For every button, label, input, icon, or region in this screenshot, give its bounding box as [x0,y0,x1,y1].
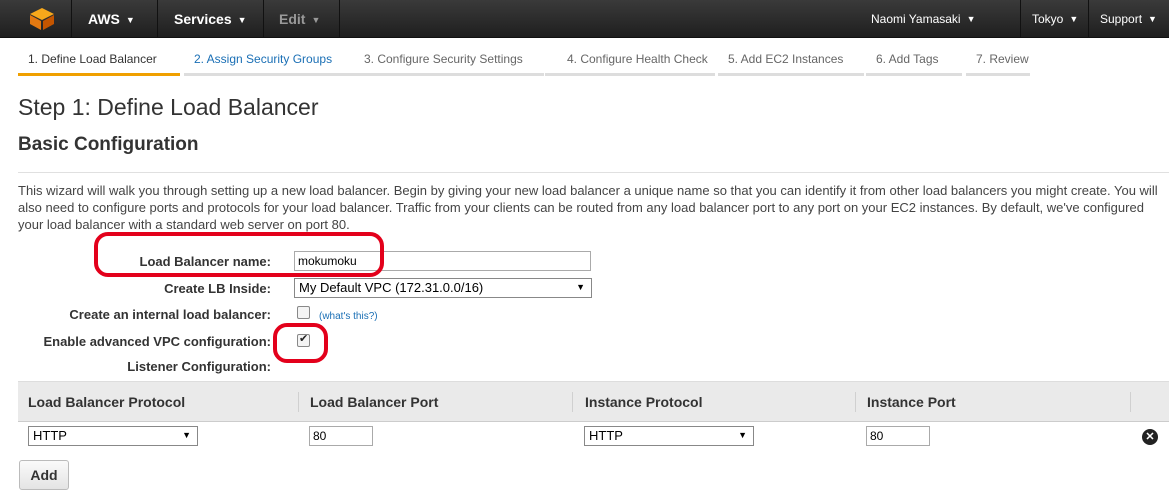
lb-inside-label: Create LB Inside: [164,281,271,296]
chevron-down-icon: ▼ [1148,14,1157,24]
nav-divider [263,0,264,38]
name-highlight-annotation [94,232,384,277]
whats-this-link[interactable]: (what's this?) [319,311,378,322]
chevron-down-icon: ▼ [966,14,976,24]
step-assign-security-groups[interactable]: 2. Assign Security Groups [184,52,354,76]
aws-menu-label: AWS [88,11,120,27]
lb-inside-select[interactable]: My Default VPC (172.31.0.0/16) ▼ [294,278,592,298]
listener-configuration-label: Listener Configuration: [127,359,271,374]
checkbox-highlight-annotation [273,323,328,363]
column-header: Load Balancer Protocol [28,394,186,410]
instance-port-input[interactable] [866,426,930,446]
add-listener-button[interactable]: Add [19,460,69,490]
internal-lb-checkbox[interactable] [297,306,310,319]
instance-protocol-select[interactable]: HTTP ▼ [584,426,754,446]
lb-port-input[interactable] [309,426,373,446]
section-divider [18,172,1169,173]
user-menu-label: Naomi Yamasaki [871,12,961,26]
step-define-load-balancer[interactable]: 1. Define Load Balancer [18,52,180,76]
chevron-down-icon: ▼ [182,430,191,440]
wizard-description: This wizard will walk you through settin… [18,183,1158,232]
chevron-down-icon: ▼ [311,15,321,25]
nav-divider [157,0,158,38]
listener-table-header: Load Balancer Protocol Load Balancer Por… [18,381,1169,422]
chevron-down-icon: ▼ [576,282,585,292]
internal-lb-label: Create an internal load balancer: [69,307,271,322]
column-divider [572,392,573,412]
nav-divider [1020,0,1021,38]
step-add-tags[interactable]: 6. Add Tags [866,52,962,76]
top-navigation-bar: AWS ▼ Services ▼ Edit ▼ Naomi Yamasaki ▼ Tok… [0,0,1169,38]
remove-circle-icon[interactable]: ✕ [1142,429,1158,445]
chevron-down-icon: ▼ [738,430,747,440]
lb-inside-value: My Default VPC (172.31.0.0/16) [299,280,484,295]
nav-divider [339,0,340,38]
lb-protocol-value: HTTP [33,428,67,443]
edit-menu[interactable]: Edit ▼ [279,0,320,38]
region-menu-label: Tokyo [1032,12,1064,26]
aws-logo-icon[interactable] [29,7,55,31]
aws-menu[interactable]: AWS ▼ [88,0,135,38]
instance-protocol-value: HTTP [589,428,623,443]
region-menu[interactable]: Tokyo ▼ [1032,0,1078,38]
lb-protocol-select[interactable]: HTTP ▼ [28,426,198,446]
column-header: Load Balancer Port [310,394,439,410]
step-configure-health-check[interactable]: 4. Configure Health Check [545,52,715,76]
support-menu[interactable]: Support ▼ [1100,0,1157,38]
services-menu[interactable]: Services ▼ [174,0,247,38]
step-add-ec2-instances[interactable]: 5. Add EC2 Instances [718,52,864,76]
chevron-down-icon: ▼ [125,15,135,25]
column-divider [855,392,856,412]
services-menu-label: Services [174,11,232,27]
step-configure-security-settings[interactable]: 3. Configure Security Settings [354,52,544,76]
support-menu-label: Support [1100,12,1143,26]
column-divider [298,392,299,412]
page-title: Step 1: Define Load Balancer [18,94,319,120]
column-header: Instance Port [867,394,956,410]
section-heading: Basic Configuration [18,134,199,155]
advanced-vpc-label: Enable advanced VPC configuration: [43,334,271,349]
step-review[interactable]: 7. Review [966,52,1030,76]
edit-menu-label: Edit [279,11,306,27]
nav-divider [71,0,72,38]
column-header: Instance Protocol [585,394,703,410]
user-menu[interactable]: Naomi Yamasaki ▼ [871,0,976,38]
chevron-down-icon: ▼ [237,15,247,25]
column-divider [1130,392,1131,412]
nav-divider [1088,0,1089,38]
chevron-down-icon: ▼ [1069,14,1079,24]
